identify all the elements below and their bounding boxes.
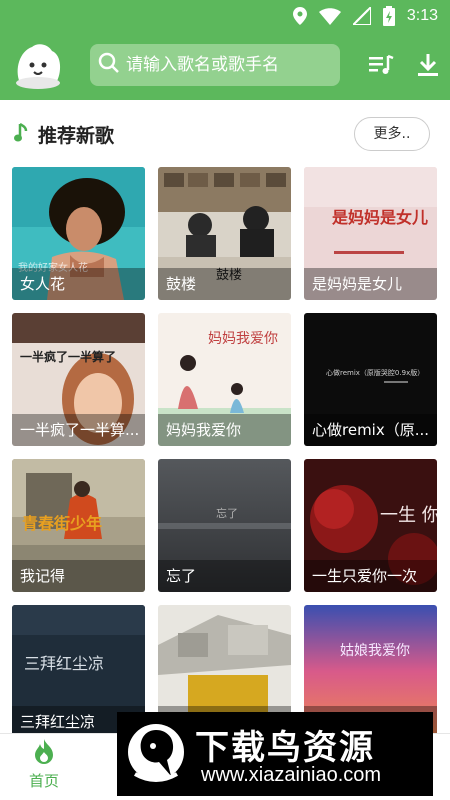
playlist-icon xyxy=(368,54,394,82)
song-card[interactable]: 鼓楼 鼓楼 xyxy=(158,167,291,300)
app-logo[interactable] xyxy=(12,39,64,91)
song-card[interactable]: 我的好家女人花 女人花 xyxy=(12,167,145,300)
app-header xyxy=(0,32,450,100)
wifi-icon xyxy=(318,7,341,25)
music-note-icon xyxy=(14,122,28,147)
nav-home-label: 首页 xyxy=(28,772,59,790)
battery-icon xyxy=(382,6,395,26)
watermark-url: www.xiazainiao.com xyxy=(201,764,382,786)
more-button[interactable]: 更多.. xyxy=(354,117,430,151)
song-card[interactable]: 忘了 忘了 xyxy=(158,459,291,592)
song-title: 忘了 xyxy=(158,560,291,592)
cover-text: 妈妈我爱你 xyxy=(208,331,278,347)
app-screen: 3:13 请输入歌名或歌手名 推荐新歌 更多.. 我的好家女人花 女人花 鼓楼 … xyxy=(0,0,450,800)
search-bar[interactable] xyxy=(90,44,340,86)
song-title: 鼓楼 xyxy=(158,268,291,300)
cover-text: 一生 你 xyxy=(380,505,437,526)
search-input[interactable] xyxy=(126,55,326,75)
section-title: 推荐新歌 xyxy=(38,125,115,147)
cover-text: 青春街少年 xyxy=(22,514,102,533)
song-title: 是妈妈是女儿 xyxy=(304,268,437,300)
song-card[interactable]: 心做remix（原版哭腔0.9x版） 心做remix（原... xyxy=(304,313,437,446)
cover-text: 姑娘我爱你 xyxy=(340,643,410,659)
watermark-title: 下载鸟资源 xyxy=(195,728,375,768)
nav-home[interactable]: 首页 xyxy=(12,738,76,798)
signal-icon xyxy=(352,7,371,25)
song-title: 妈妈我爱你 xyxy=(158,414,291,446)
download-icon xyxy=(416,54,440,82)
home-flame-icon xyxy=(33,739,55,768)
song-title: 一半疯了一半算... xyxy=(12,414,145,446)
download-button[interactable] xyxy=(416,52,442,78)
location-icon xyxy=(292,7,307,25)
cover-text: 是妈妈是女儿 xyxy=(331,208,428,227)
song-card[interactable]: 青春街少年 我记得 xyxy=(12,459,145,592)
song-title: 心做remix（原... xyxy=(304,414,437,446)
search-icon xyxy=(98,52,120,78)
song-card[interactable]: 一半疯了一半算了 一半疯了一半算... xyxy=(12,313,145,446)
recommended-section-header: 推荐新歌 更多.. xyxy=(0,110,450,158)
song-card[interactable]: 一生 你 一生只爱你一次 xyxy=(304,459,437,592)
cover-text: 三拜红尘凉 xyxy=(24,654,104,673)
song-card[interactable]: 是妈妈是女儿 是妈妈是女儿 xyxy=(304,167,437,300)
cover-text: 心做remix（原版哭腔0.9x版） xyxy=(326,368,424,377)
song-title: 一生只爱你一次 xyxy=(304,560,437,592)
status-time: 3:13 xyxy=(406,7,438,24)
song-title: 女人花 xyxy=(12,268,145,300)
cover-text: 忘了 xyxy=(216,506,238,520)
watermark-banner: 下载鸟资源 www.xiazainiao.com xyxy=(117,712,433,796)
playlist-button[interactable] xyxy=(368,52,394,78)
cover-text: 一半疯了一半算了 xyxy=(20,349,116,364)
song-card[interactable]: 妈妈我爱你 妈妈我爱你 xyxy=(158,313,291,446)
bird-logo-icon xyxy=(125,720,187,788)
song-title: 我记得 xyxy=(12,560,145,592)
status-bar: 3:13 xyxy=(0,0,450,32)
